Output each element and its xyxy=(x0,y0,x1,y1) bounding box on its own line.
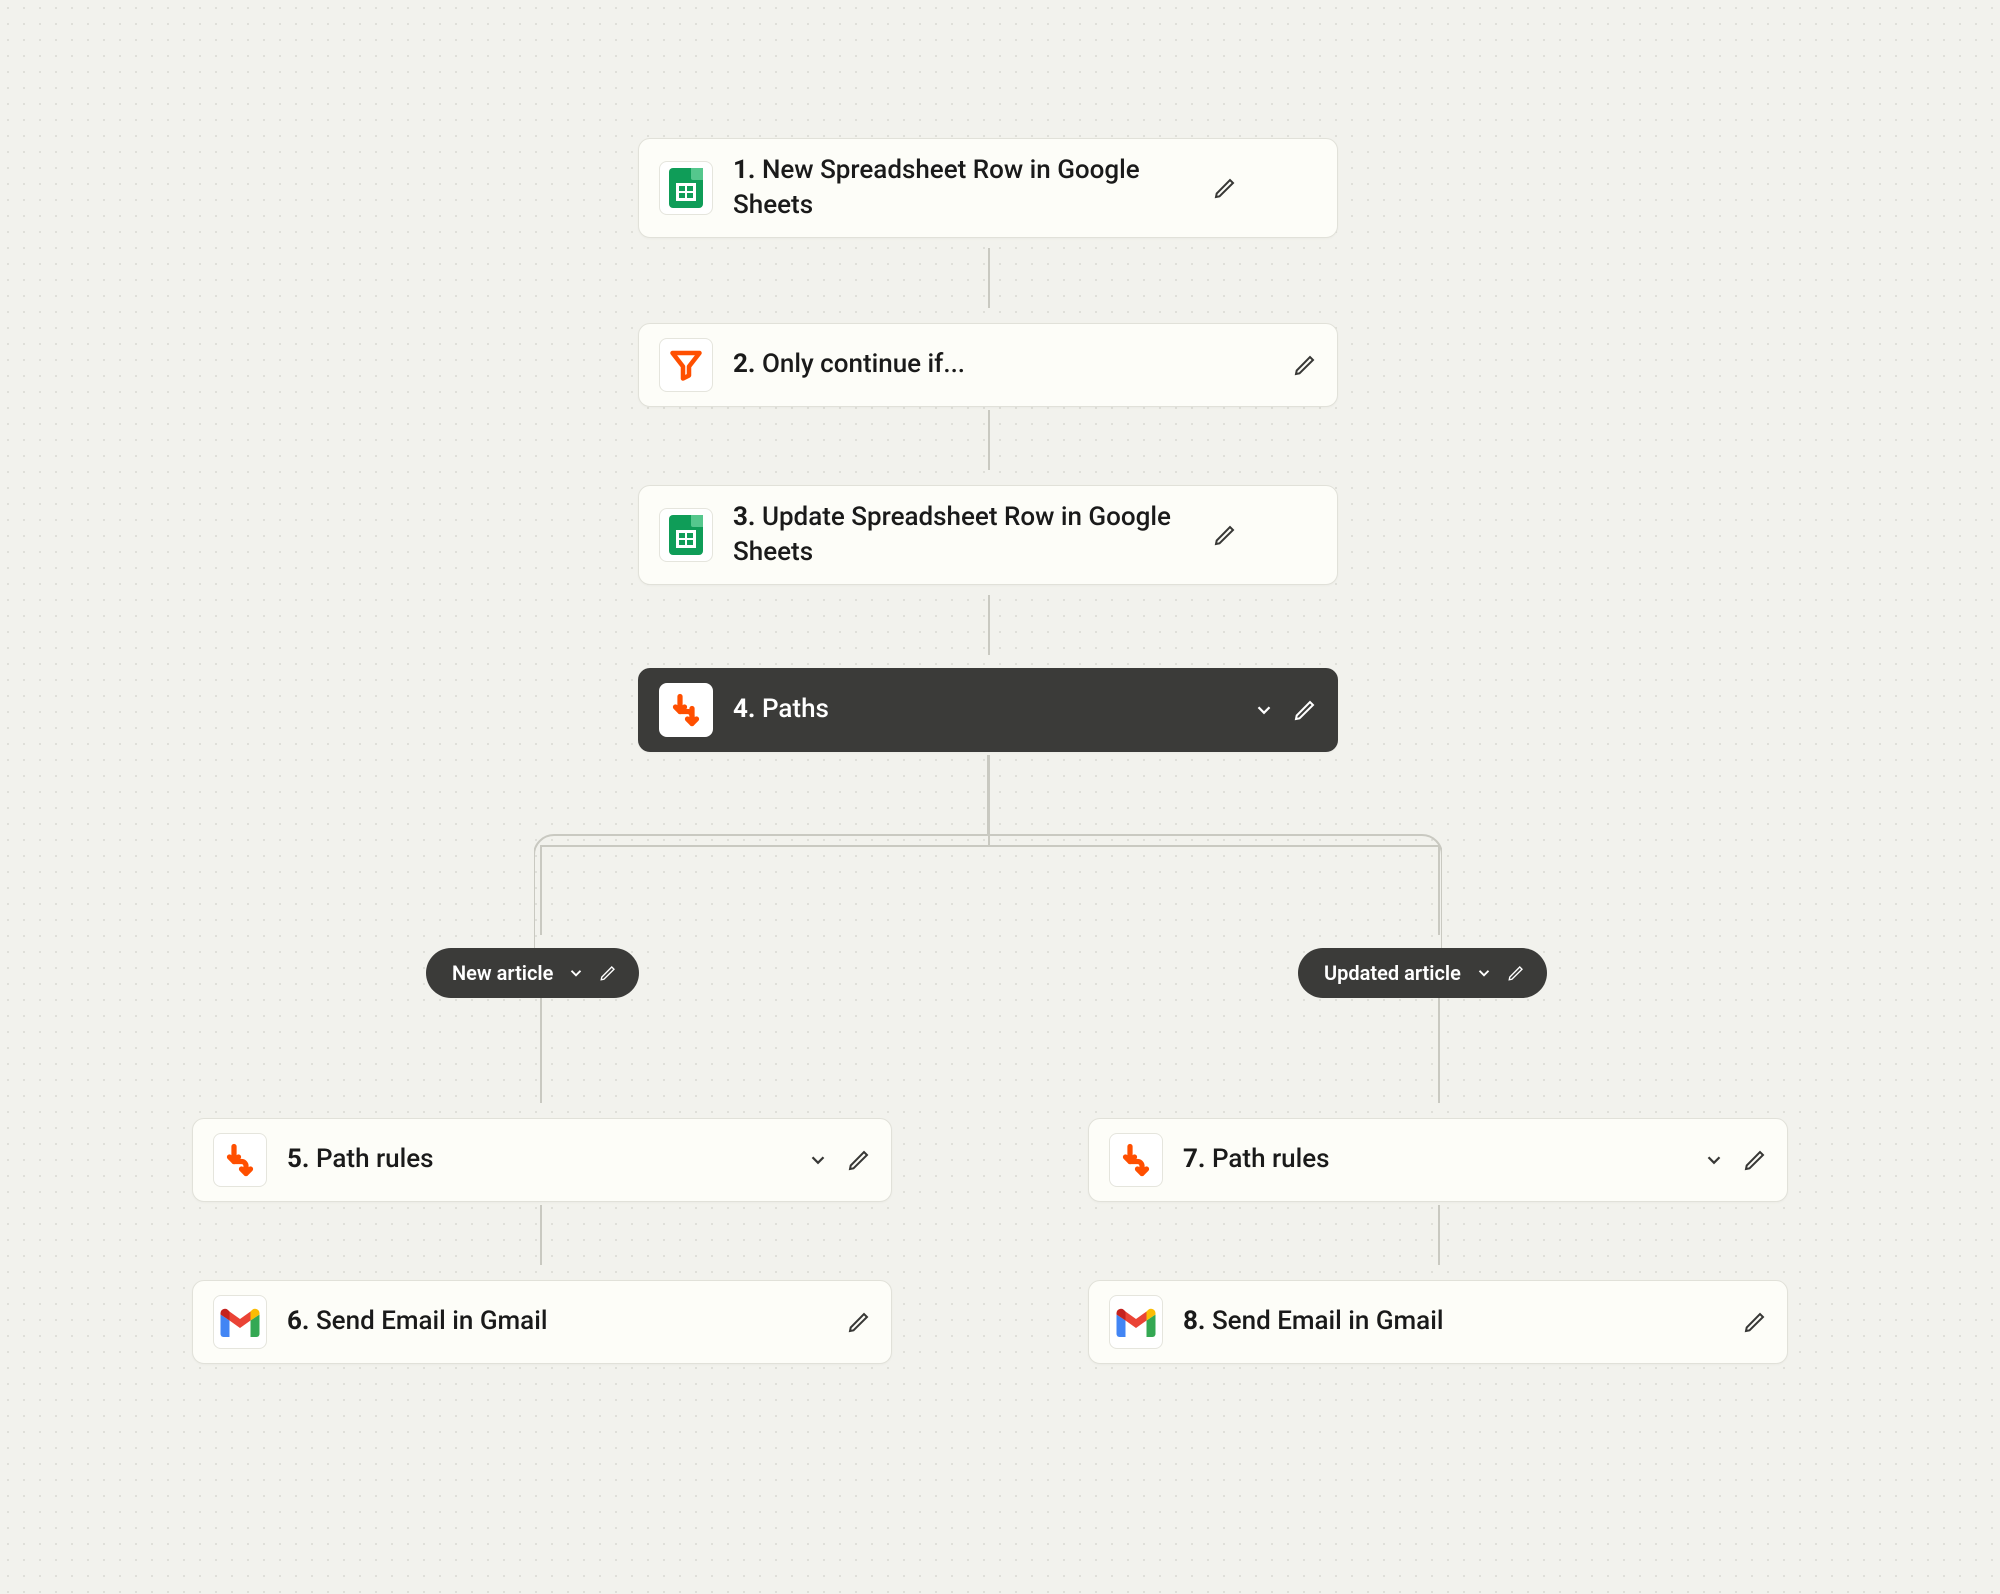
filter-icon xyxy=(659,338,713,392)
connector-line xyxy=(988,595,990,655)
pencil-icon[interactable] xyxy=(1743,1310,1767,1334)
connector-line xyxy=(988,755,990,845)
step-card-3[interactable]: 3. Update Spreadsheet Row in Google Shee… xyxy=(638,485,1338,585)
branch-pill-new-article[interactable]: New article xyxy=(426,948,639,998)
step-label: 4. Paths xyxy=(733,692,1253,727)
chevron-down-icon[interactable] xyxy=(1475,964,1493,982)
step-card-5[interactable]: 5. Path rules xyxy=(192,1118,892,1202)
step-card-8[interactable]: 8. Send Email in Gmail xyxy=(1088,1280,1788,1364)
gmail-icon xyxy=(1109,1295,1163,1349)
connector-line xyxy=(540,845,542,935)
step-card-1[interactable]: 1. New Spreadsheet Row in Google Sheets xyxy=(638,138,1338,238)
step-label: 1. New Spreadsheet Row in Google Sheets xyxy=(733,153,1213,223)
step-label: 6. Send Email in Gmail xyxy=(287,1304,847,1339)
chevron-down-icon[interactable] xyxy=(807,1149,829,1171)
connector-line xyxy=(1438,1205,1440,1265)
step-label: 8. Send Email in Gmail xyxy=(1183,1304,1743,1339)
google-sheets-icon xyxy=(659,508,713,562)
chevron-down-icon[interactable] xyxy=(567,964,585,982)
paths-icon xyxy=(1109,1133,1163,1187)
gmail-icon xyxy=(213,1295,267,1349)
pencil-icon[interactable] xyxy=(1213,523,1237,547)
connector-line xyxy=(1438,845,1440,935)
connector-line xyxy=(540,845,1438,847)
connector-line xyxy=(540,1205,542,1265)
pencil-icon[interactable] xyxy=(1743,1148,1767,1172)
branch-label: Updated article xyxy=(1324,961,1461,985)
connector-line xyxy=(540,998,542,1103)
pencil-icon[interactable] xyxy=(847,1310,871,1334)
chevron-down-icon[interactable] xyxy=(1253,699,1275,721)
step-card-paths[interactable]: 4. Paths xyxy=(638,668,1338,752)
pencil-icon[interactable] xyxy=(1293,353,1317,377)
branch-pill-updated-article[interactable]: Updated article xyxy=(1298,948,1547,998)
google-sheets-icon xyxy=(659,161,713,215)
step-card-2[interactable]: 2. Only continue if... xyxy=(638,323,1338,407)
pencil-icon[interactable] xyxy=(1507,964,1525,982)
pencil-icon[interactable] xyxy=(847,1148,871,1172)
step-card-7[interactable]: 7. Path rules xyxy=(1088,1118,1788,1202)
connector-line xyxy=(988,248,990,308)
step-card-6[interactable]: 6. Send Email in Gmail xyxy=(192,1280,892,1364)
step-label: 2. Only continue if... xyxy=(733,347,1293,382)
chevron-down-icon[interactable] xyxy=(1703,1149,1725,1171)
paths-icon xyxy=(213,1133,267,1187)
step-label: 7. Path rules xyxy=(1183,1142,1703,1177)
connector-line xyxy=(988,410,990,470)
paths-icon xyxy=(659,683,713,737)
step-label: 3. Update Spreadsheet Row in Google Shee… xyxy=(733,500,1213,570)
pencil-icon[interactable] xyxy=(1213,176,1237,200)
step-label: 5. Path rules xyxy=(287,1142,807,1177)
connector-line xyxy=(1438,998,1440,1103)
pencil-icon[interactable] xyxy=(1293,698,1317,722)
pencil-icon[interactable] xyxy=(599,964,617,982)
branch-label: New article xyxy=(452,961,553,985)
